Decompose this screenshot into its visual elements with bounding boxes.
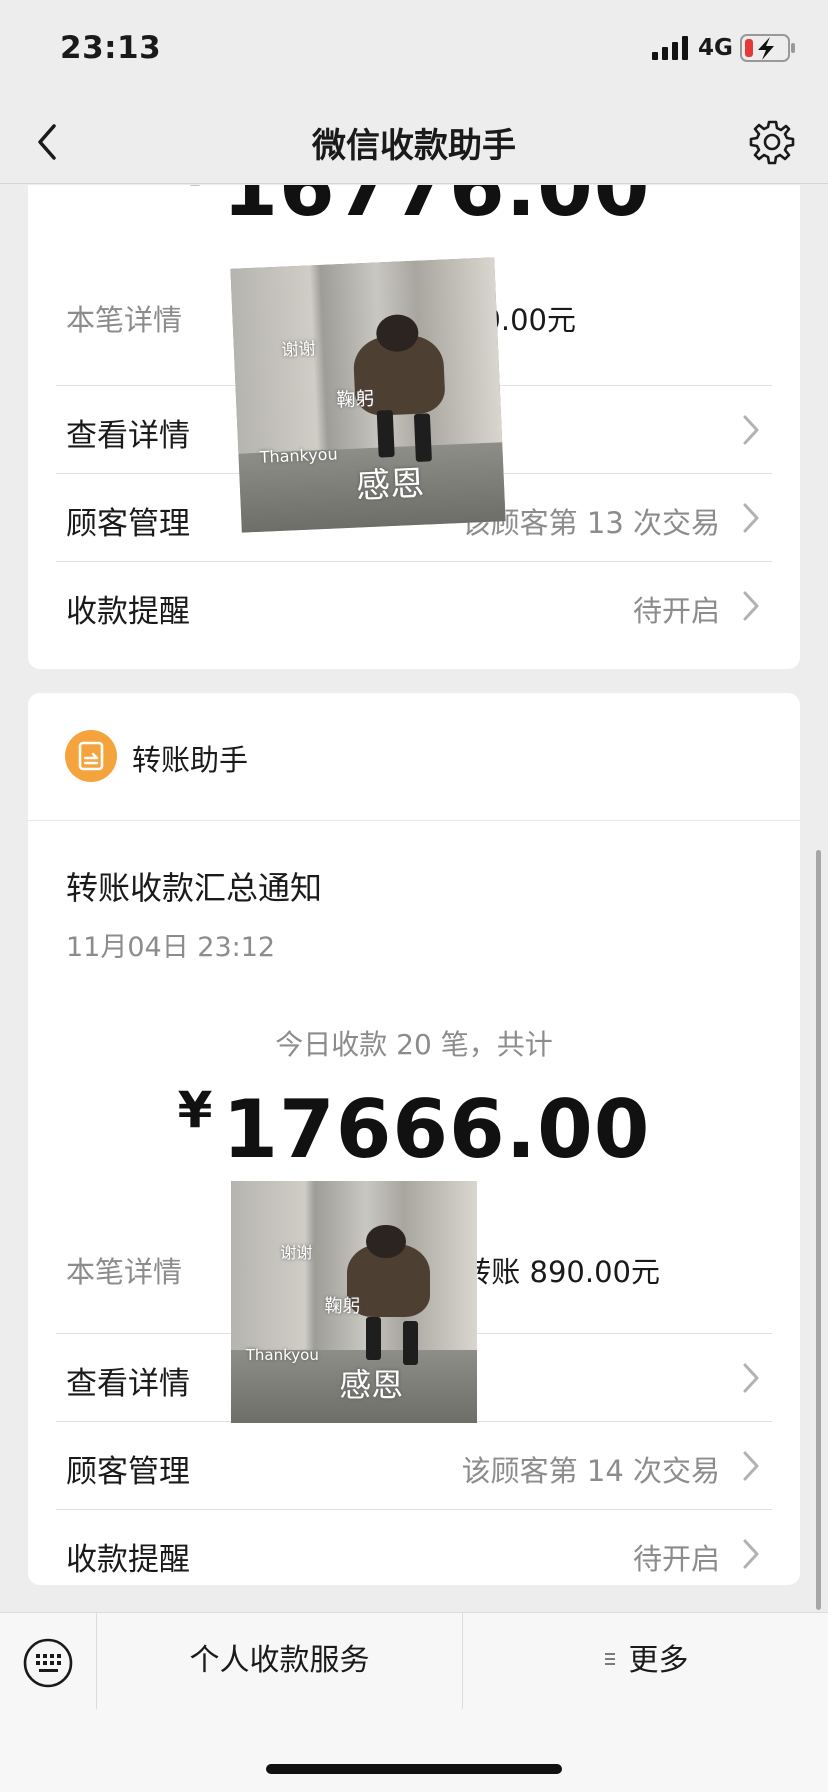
detail-value: 转账 890.00元 [462,1255,660,1289]
home-indicator[interactable] [266,1764,562,1774]
more-button[interactable]: 更多 [463,1635,828,1679]
bowing-child-sticker: 谢谢 鞠躬 Thankyou 感恩 [230,257,506,533]
sticker-caption: 鞠躬 [336,388,375,412]
screen: 23:13 4G 微信收款助手 ¥16776.00 [0,0,828,1792]
signal-icon [652,36,688,60]
total-amount: ¥16776.00 [28,185,800,234]
sticker-figure-leg [376,409,395,458]
nav-bar: 微信收款助手 [0,100,828,184]
transfer-card: 转账助手 转账收款汇总通知 11月04日 23:12 今日收款 20 笔，共计 … [28,693,800,1585]
scrollbar[interactable] [816,850,821,1610]
card-header-label: 转账助手 [132,743,249,777]
battery-low-charging-icon [740,34,795,62]
sticker-figure-leg [413,413,432,462]
chevron-right-icon [743,591,759,621]
row-label: 收款提醒 [66,1542,190,1578]
sticker-caption: 感恩 [355,464,425,507]
detail-label: 本笔详情 [66,303,183,337]
network-label: 4G [698,35,733,61]
message-list[interactable]: ¥16776.00 本笔详情 10.00元 查看详情 顾客管理 该顾客第 13 … [0,185,828,1610]
sticker-caption: 谢谢 [281,338,316,361]
status-time: 23:13 [60,30,162,66]
row-value: 待开启 [632,594,720,628]
row-value: 该顾客第 14 次交易 [461,1454,720,1488]
sticker-figure-leg [403,1321,418,1365]
row-label: 顾客管理 [66,506,190,542]
chevron-right-icon [743,1539,759,1569]
row-label: 查看详情 [66,1366,190,1402]
personal-payment-service-button[interactable]: 个人收款服务 [97,1635,462,1679]
chevron-right-icon [743,1451,759,1481]
row-label: 查看详情 [66,418,190,454]
gear-icon[interactable] [748,118,796,166]
page-title: 微信收款助手 [312,126,516,166]
payment-reminder-row[interactable]: 收款提醒 待开启 [56,1509,772,1585]
customer-management-row[interactable]: 顾客管理 该顾客第 14 次交易 [56,1421,772,1509]
notification-time: 11月04日 23:12 [66,932,276,963]
menu-label: 更多 [628,1643,689,1678]
row-label: 顾客管理 [66,1454,190,1490]
sticker-figure-head [366,1224,406,1259]
menu-list-icon [604,1653,615,1665]
payment-reminder-row[interactable]: 收款提醒 待开启 [56,561,772,649]
currency-symbol: ¥ [178,185,213,197]
detail-label: 本笔详情 [66,1255,183,1289]
currency-symbol: ¥ [177,1081,213,1139]
chevron-right-icon [743,1363,759,1393]
sticker-caption: Thankyou [245,1345,319,1364]
status-bar: 23:13 4G [0,0,828,100]
sticker-caption: 感恩 [339,1366,404,1405]
keyboard-icon[interactable] [22,1637,74,1689]
notification-title: 转账收款汇总通知 [66,869,323,907]
amount-value: 17666.00 [222,1083,651,1176]
menu-label: 个人收款服务 [189,1643,370,1678]
chevron-right-icon [743,503,759,533]
bowing-child-sticker: 谢谢 鞠躬 Thankyou 感恩 [231,1181,477,1423]
row-value: 待开启 [632,1542,720,1576]
chevron-right-icon [743,415,759,445]
sticker-caption: 鞠躬 [324,1296,361,1318]
row-label: 收款提醒 [66,594,190,630]
total-amount: ¥17666.00 [28,1081,800,1176]
sticker-caption: Thankyou [259,443,338,467]
amount-value: 16776.00 [222,185,651,234]
sticker-caption: 谢谢 [280,1243,313,1263]
transfer-assistant-icon [65,730,117,782]
card-header[interactable]: 转账助手 [28,693,800,821]
sticker-figure-leg [366,1316,382,1361]
today-summary: 今日收款 20 笔，共计 [275,1028,553,1061]
